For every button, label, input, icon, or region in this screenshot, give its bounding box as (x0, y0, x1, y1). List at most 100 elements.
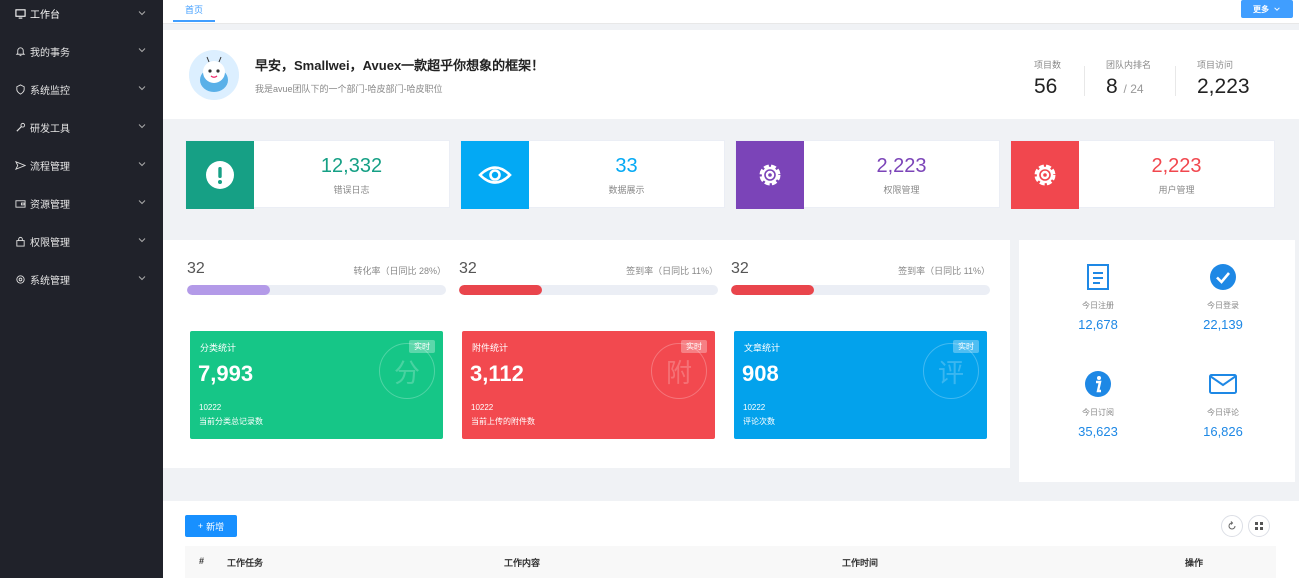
chevron-down-icon (138, 11, 146, 16)
sidebar-item-label: 我的事务 (30, 47, 70, 59)
progress-track (731, 285, 990, 295)
card-category-stats[interactable]: 分 分类统计 实时 7,993 10222 当前分类总记录数 (190, 331, 443, 439)
tile-label: 权限管理 (883, 185, 920, 195)
stat-value: 2,223 (1197, 75, 1250, 98)
sidebar-item-process[interactable]: 流程管理 (0, 146, 163, 184)
quickstat-label: 今日登录 (1207, 301, 1239, 310)
refresh-button[interactable] (1221, 515, 1243, 537)
tile-label: 数据展示 (608, 185, 645, 195)
progress-checkin-2: 32 签到率（日同比 11%） (731, 260, 990, 295)
progress-track (187, 285, 446, 295)
chevron-down-icon (138, 48, 146, 53)
sidebar-item-my-tasks[interactable]: 我的事务 (0, 32, 163, 70)
tile-icon-box (1011, 141, 1079, 209)
quickstat-value: 22,139 (1203, 317, 1243, 332)
tile-error-log[interactable]: 12,332 错误日志 (185, 140, 450, 209)
refresh-icon (1228, 521, 1236, 530)
quickstat-label: 今日订阅 (1082, 408, 1114, 417)
realtime-badge: 实时 (409, 340, 435, 353)
column-header-content: 工作内容 (504, 558, 541, 568)
monitor-icon (14, 7, 26, 19)
progress-track (459, 285, 718, 295)
more-button[interactable]: 更多 (1241, 0, 1293, 18)
tool-icon (14, 121, 26, 133)
card-title: 附件统计 (472, 343, 509, 353)
welcome-card: 早安，Smallwei，Avuex一款超乎你想象的框架！ 我是avue团队下的一… (163, 30, 1299, 119)
sidebar-item-label: 系统管理 (30, 275, 70, 287)
card-value: 3,112 (470, 361, 524, 386)
shield-icon (14, 83, 26, 95)
sidebar-item-dev-tools[interactable]: 研发工具 (0, 108, 163, 146)
stat-label: 项目数 (1034, 60, 1062, 70)
mail-icon (1208, 369, 1238, 399)
chevron-down-icon (138, 276, 146, 281)
card-sub-value: 10222 (199, 403, 222, 412)
chevron-down-icon (1274, 7, 1280, 11)
sidebar-item-label: 流程管理 (30, 161, 70, 173)
card-value: 908 (742, 361, 779, 386)
add-button[interactable]: + 新增 (185, 515, 237, 537)
progress-checkin: 32 签到率（日同比 11%） (459, 260, 718, 295)
stats-panel: 32 转化率（日同比 28%） 32 签到率（日同比 11%） 32 签到率（日… (163, 240, 1010, 468)
sidebar-item-permissions[interactable]: 权限管理 (0, 222, 163, 260)
plus-icon: + (197, 521, 204, 531)
eye-icon (478, 166, 512, 184)
sidebar-item-monitor[interactable]: 系统监控 (0, 70, 163, 108)
tile-value: 12,332 (320, 155, 383, 177)
quickstat-register: 今日注册 12,678 (1038, 262, 1158, 332)
column-header-actions: 操作 (1185, 558, 1204, 568)
tile-icon-box (461, 141, 529, 209)
sidebar-item-label: 研发工具 (30, 123, 70, 135)
sidebar-item-label: 工作台 (30, 9, 60, 21)
table-header: # 工作任务 工作内容 工作时间 操作 (185, 546, 1276, 578)
stat-label: 团队内排名 (1106, 60, 1152, 70)
avatar (189, 50, 239, 100)
card-sub-value: 10222 (471, 403, 494, 412)
card-title: 文章统计 (744, 343, 781, 353)
task-table-card: + 新增 # 工作任务 工作内容 工作时间 操作 (163, 501, 1299, 578)
quickstat-value: 12,678 (1078, 317, 1118, 332)
card-sub-value: 10222 (743, 403, 766, 412)
column-header-task: 工作任务 (227, 558, 264, 568)
quickstat-subscribe: 今日订阅 35,623 (1038, 369, 1158, 439)
stat-visits: 项目访问 2,223 (1197, 58, 1250, 99)
card-article-stats[interactable]: 评 文章统计 实时 908 10222 评论次数 (734, 331, 987, 439)
card-attachment-stats[interactable]: 附 附件统计 实时 3,112 10222 当前上传的附件数 (462, 331, 715, 439)
stat-team-rank: 团队内排名 8 / 24 (1106, 58, 1151, 99)
exclamation-icon (206, 161, 234, 189)
card-description: 当前上传的附件数 (471, 417, 535, 426)
tile-user-management[interactable]: 2,223 用户管理 (1010, 140, 1275, 209)
column-settings-button[interactable] (1248, 515, 1270, 537)
tile-permission[interactable]: 2,223 权限管理 (735, 140, 1000, 209)
grid-icon (1255, 522, 1263, 530)
chevron-down-icon (138, 124, 146, 129)
sidebar: 工作台 我的事务 系统监控 研发工具 流程管理 资源管理 权限管理 系统管理 (0, 0, 163, 578)
lock-icon (14, 235, 26, 247)
progress-fill (459, 285, 542, 295)
gear-icon (759, 164, 781, 186)
sidebar-item-label: 资源管理 (30, 199, 70, 211)
tile-label: 用户管理 (1158, 185, 1195, 195)
realtime-badge: 实时 (953, 340, 979, 353)
chevron-down-icon (138, 162, 146, 167)
realtime-badge: 实时 (681, 340, 707, 353)
progress-fill (731, 285, 814, 295)
info-circle-icon (1083, 369, 1113, 399)
quickstat-comment: 今日评论 16,826 (1163, 369, 1283, 439)
more-button-label: 更多 (1253, 4, 1269, 14)
quickstat-label: 今日注册 (1082, 301, 1114, 310)
column-header-index: # (199, 556, 205, 566)
tile-data-display[interactable]: 33 数据展示 (460, 140, 725, 209)
sidebar-item-workbench[interactable]: 工作台 (0, 0, 163, 26)
chevron-down-icon (138, 238, 146, 243)
quickstat-value: 16,826 (1203, 424, 1243, 439)
sidebar-item-label: 权限管理 (30, 237, 70, 249)
stat-divider (1084, 66, 1085, 96)
gear-icon (1034, 164, 1056, 186)
progress-label: 签到率（日同比 11%） (898, 266, 990, 276)
sidebar-item-system[interactable]: 系统管理 (0, 260, 163, 298)
sidebar-item-resources[interactable]: 资源管理 (0, 184, 163, 222)
tile-icon-box (186, 141, 254, 209)
bell-icon (14, 45, 26, 57)
tab-home[interactable]: 首页 (173, 0, 216, 22)
